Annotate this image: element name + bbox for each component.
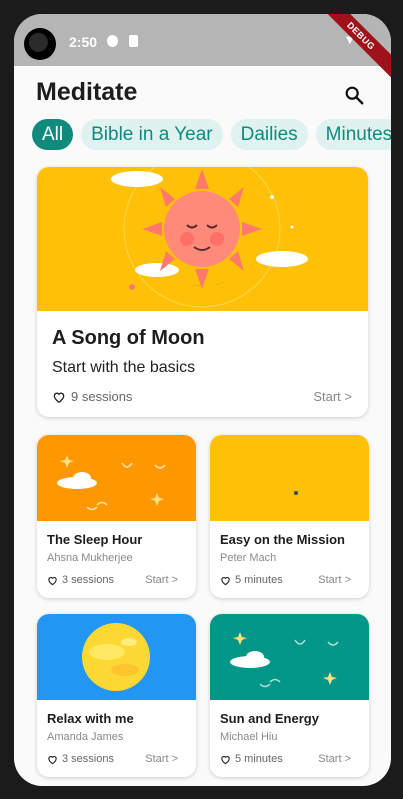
crescent-moon-illustration	[210, 435, 369, 521]
card-meta-text: 5 minutes	[235, 574, 283, 586]
card-author: Amanda James	[47, 731, 124, 743]
card-title: Sun and Energy	[220, 711, 319, 726]
teal-sky-illustration	[210, 614, 369, 700]
notification-icon	[107, 35, 118, 47]
status-time: 2:50	[69, 34, 98, 50]
heart-icon[interactable]	[52, 390, 66, 404]
status-bar: 2:50 ▼ ▮ DEBUG	[14, 14, 391, 85]
phone-screen: 2:50 ▼ ▮ DEBUG Meditate AllBible in a Ye…	[14, 14, 391, 786]
featured-subtitle: Start with the basics	[52, 359, 196, 376]
page-title: Meditate	[36, 78, 138, 106]
heart-icon[interactable]	[47, 575, 58, 586]
card-meta: 3 sessions	[47, 574, 114, 586]
card-meta: 5 minutes	[220, 753, 283, 765]
session-card[interactable]: Relax with me Amanda James 3 sessions St…	[37, 614, 196, 777]
session-card[interactable]: The Sleep Hour Ahsna Mukherjee 3 session…	[37, 435, 196, 598]
session-card[interactable]: Sun and Energy Michael Hiu 5 minutes Sta…	[210, 614, 369, 777]
sun-moon-illustration	[37, 167, 368, 311]
card-title: The Sleep Hour	[47, 532, 143, 547]
featured-meta: 9 sessions	[52, 389, 132, 404]
full-moon-illustration	[37, 614, 196, 700]
card-title: Relax with me	[47, 711, 134, 726]
card-author: Peter Mach	[220, 552, 277, 564]
search-icon[interactable]	[343, 84, 365, 106]
featured-card[interactable]: A Song of Moon Start with the basics 9 s…	[37, 167, 368, 417]
card-meta: 5 minutes	[220, 574, 283, 586]
heart-icon[interactable]	[47, 754, 58, 765]
card-start-link[interactable]: Start >	[145, 574, 178, 586]
featured-title: A Song of Moon	[52, 327, 205, 349]
heart-icon[interactable]	[220, 575, 231, 586]
category-chips: All Bible in a Year Dailies Minutes	[32, 119, 391, 150]
session-card[interactable]: Easy on the Mission Peter Mach 5 minutes…	[210, 435, 369, 598]
card-meta-text: 5 minutes	[235, 753, 283, 765]
card-author: Michael Hiu	[220, 731, 278, 743]
night-sky-illustration	[37, 435, 196, 521]
heart-icon[interactable]	[220, 754, 231, 765]
card-meta-text: 3 sessions	[62, 753, 114, 765]
featured-sessions: 9 sessions	[71, 389, 133, 404]
chip-dailies[interactable]: Dailies	[230, 119, 308, 150]
card-meta: 3 sessions	[47, 753, 114, 765]
card-author: Ahsna Mukherjee	[47, 552, 133, 564]
card-title: Easy on the Mission	[220, 532, 345, 547]
chip-minutes[interactable]: Minutes	[315, 119, 391, 150]
debug-banner: DEBUG	[312, 14, 391, 85]
chip-all[interactable]: All	[32, 119, 74, 150]
card-meta-text: 3 sessions	[62, 574, 114, 586]
featured-start-link[interactable]: Start >	[313, 389, 352, 404]
card-start-link[interactable]: Start >	[318, 574, 351, 586]
sd-card-icon	[129, 35, 138, 47]
chip-bible-in-a-year[interactable]: Bible in a Year	[81, 119, 223, 150]
card-start-link[interactable]: Start >	[145, 753, 178, 765]
card-start-link[interactable]: Start >	[318, 753, 351, 765]
camera-cutout	[24, 28, 56, 60]
